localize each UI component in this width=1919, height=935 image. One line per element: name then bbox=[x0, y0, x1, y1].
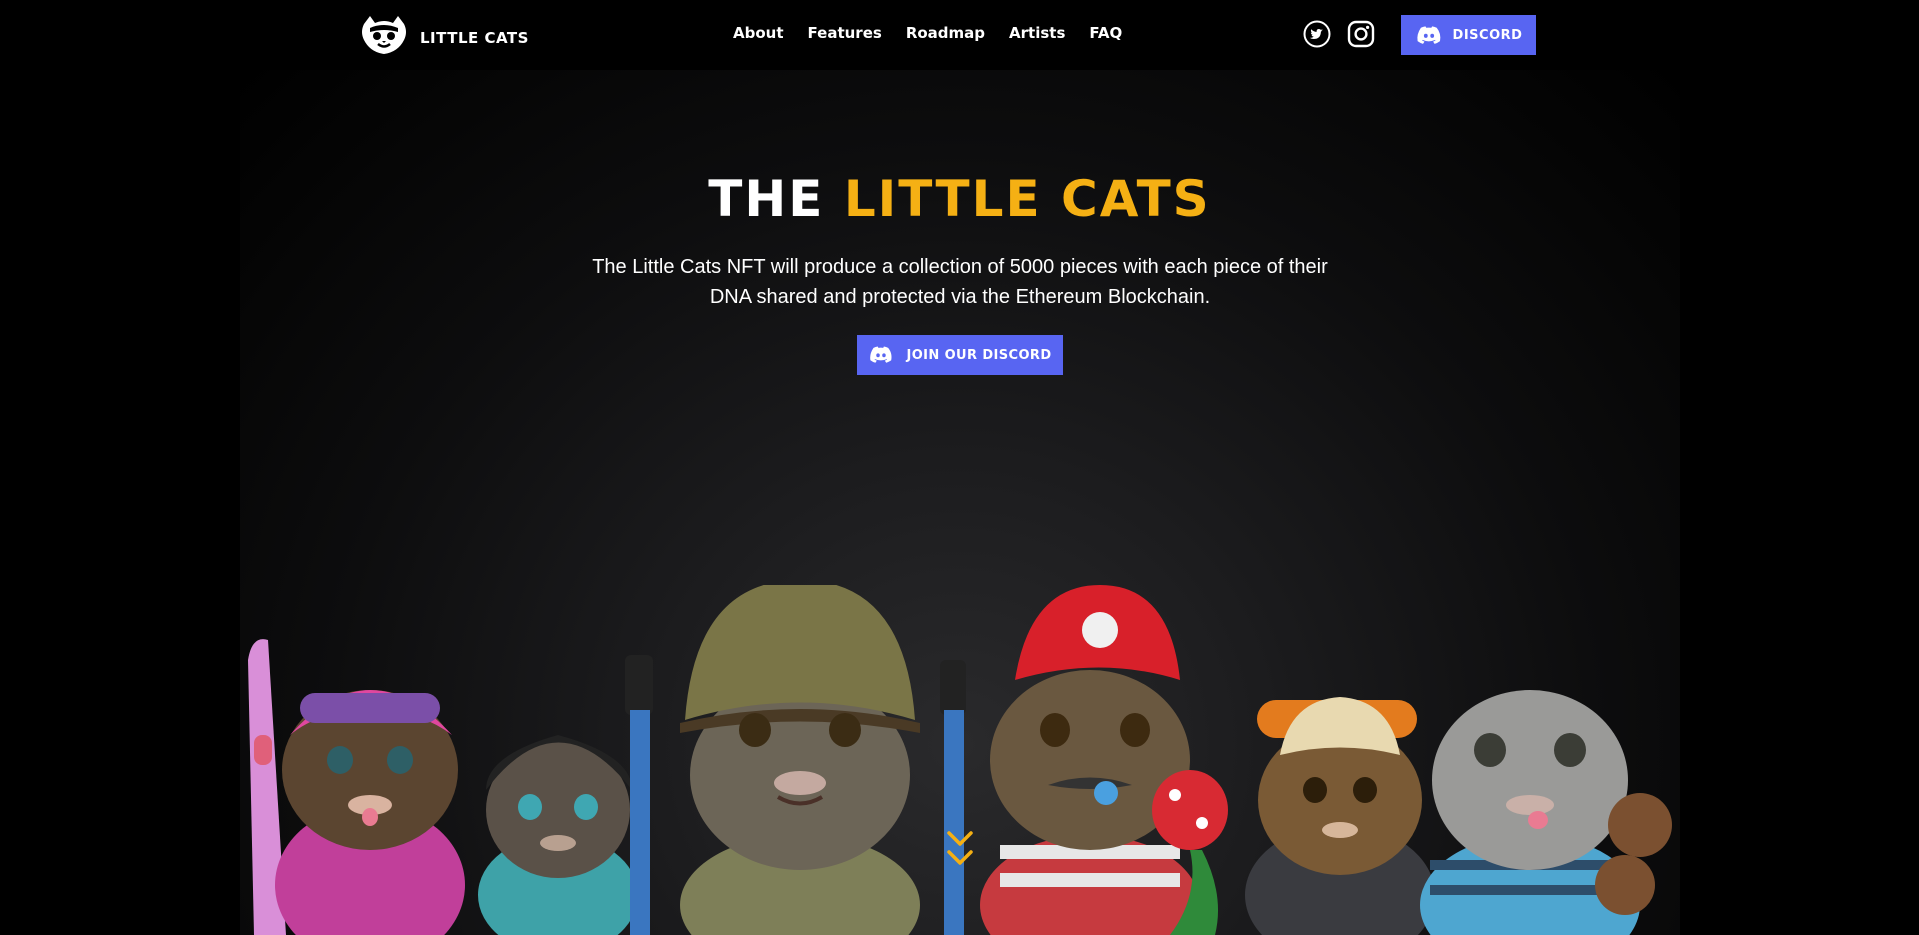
cat-backpack bbox=[1245, 697, 1435, 935]
cat-logo-icon bbox=[362, 16, 406, 54]
blue-prop-right bbox=[940, 660, 966, 935]
hero-title-prefix: THE bbox=[708, 170, 844, 228]
join-discord-button[interactable]: JOIN OUR DISCORD bbox=[857, 335, 1063, 375]
instagram-icon[interactable] bbox=[1347, 20, 1375, 48]
nav-about[interactable]: About bbox=[733, 24, 784, 42]
nav-faq[interactable]: FAQ bbox=[1089, 24, 1122, 42]
logo-text: LITTLE CATS bbox=[420, 29, 529, 47]
cat-red-cap bbox=[980, 585, 1200, 935]
nav-roadmap[interactable]: Roadmap bbox=[906, 24, 985, 42]
hero-title-accent: LITTLE CATS bbox=[843, 170, 1211, 228]
cat-pink-beanie bbox=[275, 690, 465, 935]
site-header: LITTLE CATS About Features Roadmap Artis… bbox=[0, 0, 1919, 70]
discord-button[interactable]: DISCORD bbox=[1401, 15, 1536, 55]
discord-icon bbox=[870, 346, 892, 363]
cat-army-helmet bbox=[680, 585, 920, 935]
scroll-down-icon[interactable] bbox=[946, 828, 974, 870]
twitter-icon[interactable] bbox=[1303, 20, 1331, 48]
discord-button-label: DISCORD bbox=[1452, 27, 1523, 43]
site-logo[interactable]: LITTLE CATS bbox=[358, 14, 529, 56]
nav-artists[interactable]: Artists bbox=[1009, 24, 1065, 42]
main-nav: About Features Roadmap Artists FAQ bbox=[733, 24, 1122, 42]
cat-black-helmet bbox=[478, 735, 638, 935]
hero-description: The Little Cats NFT will produce a colle… bbox=[592, 256, 1328, 308]
cats-hero-image bbox=[248, 585, 1672, 935]
social-links bbox=[1303, 20, 1375, 48]
nav-features[interactable]: Features bbox=[808, 24, 882, 42]
hero-title: THE LITTLE CATS bbox=[0, 170, 1919, 228]
join-discord-label: JOIN OUR DISCORD bbox=[906, 347, 1052, 363]
discord-icon bbox=[1416, 25, 1440, 44]
